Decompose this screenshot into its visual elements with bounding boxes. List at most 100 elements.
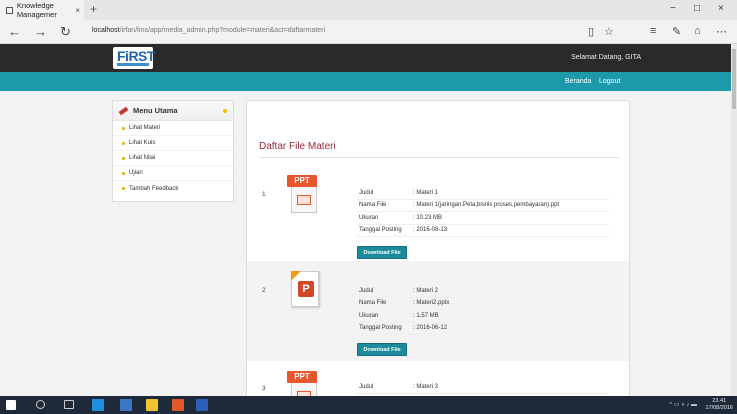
sidebar-item-label: Ujian [129,170,143,176]
maximize-button[interactable]: □ [694,3,700,14]
field-label: Judul [359,287,374,294]
bullet-icon [122,156,125,160]
file-details: Judul: Materi 2 Nama File: Materi2.pptx … [357,285,609,335]
word-icon[interactable] [196,399,208,411]
logo-stripe [117,63,149,66]
back-button[interactable]: ← [8,24,21,39]
sidebar-item-label: Lihat Materi [129,125,161,131]
tab-title: Knowledge Managemer [16,1,57,19]
bullet-icon [122,126,125,130]
favorite-star-icon[interactable]: ☆ [604,25,614,38]
file-name: : Materi 1(jaringan,Peta,bisnis proses,p… [413,202,560,209]
windows-taskbar: ^ ▭ ◖ ♪ ▬ 23.41 17/08/2016 [0,396,737,414]
tab-page-icon [6,6,13,14]
nav-beranda-link[interactable]: Beranda [565,78,591,85]
edge-icon[interactable] [92,399,104,411]
top-nav: Beranda Logout [0,72,737,91]
file-date: : 2016-08-13 [413,227,448,234]
url-path: /irfan/lms/app/media_admin.php?module=ma… [119,27,326,34]
field-label: Judul [359,383,374,390]
row-number: 2 [262,287,266,294]
sidebar-item-lihat-kuis[interactable]: Lihat Kuis [113,136,233,151]
sidebar-menu: Menu Utama Lihat Materi Lihat Kuis Lihat… [112,100,234,202]
pencil-icon [118,106,129,115]
sidebar-item-ujian[interactable]: Ujian [113,166,233,181]
app-icon[interactable] [172,399,184,411]
pptx-icon: P [289,269,323,309]
site-logo[interactable]: FiRST [113,47,155,69]
taskbar-clock[interactable]: 23.41 17/08/2016 [705,398,733,412]
more-icon[interactable]: ⋯ [716,25,727,38]
field-label: Tanggal Posting [359,227,402,234]
field-label: Ukuran [359,312,379,319]
web-note-icon[interactable]: ✎ [672,25,681,38]
file-name: : Materi2.pptx [413,300,450,307]
welcome-text: Selamat Datang, GITA [571,54,641,61]
ppt-badge: PPT [287,175,317,187]
browser-tab[interactable]: Knowledge Managemer × [0,0,84,20]
nav-logout-link[interactable]: Logout [599,78,620,85]
search-icon[interactable] [36,400,45,409]
refresh-button[interactable]: ↻ [60,24,71,40]
browser-tab-bar: Knowledge Managemer × + − □ × [0,0,737,20]
scrollbar-thumb[interactable] [732,49,736,109]
share-icon[interactable]: ⌂ [694,25,701,37]
ppt-icon: PPT [287,175,321,215]
windows-start-icon[interactable] [6,400,16,410]
site-header: FiRST Selamat Datang, GITA [0,44,737,72]
system-tray-icons[interactable]: ^ ▭ ◖ ♪ ▬ [669,401,697,408]
forward-button[interactable]: → [34,24,47,39]
field-label: Nama File [359,300,387,307]
download-file-button[interactable]: Download File [357,246,407,259]
file-judul: : Materi 2 [413,287,439,294]
task-view-icon[interactable] [64,400,74,409]
file-explorer-icon[interactable] [146,399,158,411]
ppt-badge: PPT [287,371,317,383]
field-label: Ukuran [359,214,379,221]
tab-close-button[interactable]: × [75,6,80,15]
file-date: : 2016-06-12 [413,325,448,332]
file-row: 2 P Judul : Materi 2 Nama File : Materi2.p… [247,261,629,361]
close-window-button[interactable]: × [718,3,724,14]
row-number: 3 [262,385,266,392]
title-divider [259,157,619,158]
file-size: : 1.57 MB [413,312,439,319]
new-tab-button[interactable]: + [90,2,97,16]
sidebar-item-tambah-feedback[interactable]: Tambah Feedback [113,181,233,196]
clock-time: 23.41 [712,398,727,404]
field-label: Nama File [359,202,387,209]
sidebar-item-lihat-nilai[interactable]: Lihat Nilai [113,151,233,166]
sidebar-title: Menu Utama [133,106,178,115]
store-icon[interactable] [120,399,132,411]
file-details: Judul : Materi 1 Nama File : Materi 1(jari… [357,187,609,237]
sidebar-item-label: Tambah Feedback [129,185,179,192]
reading-view-icon[interactable]: ▯ [588,25,594,38]
file-size: : 10.23 MB [413,214,443,221]
page-title: Daftar File Materi [259,141,336,152]
address-bar-row: ← → ↻ localhost/irfan/lms/app/media_admi… [0,20,737,44]
hub-icon[interactable]: ≡ [650,25,656,37]
minimize-button[interactable]: − [670,3,676,14]
file-row: 3 PPT Judul : Materi 3 [247,365,629,399]
sidebar-header: Menu Utama [113,101,233,121]
file-judul: : Materi 1 [413,189,439,196]
sidebar-item-lihat-materi[interactable]: Lihat Materi [113,121,233,136]
pptx-p-glyph: P [298,281,314,297]
field-label: Tanggal Posting [359,325,402,332]
download-file-button[interactable]: Download File [357,343,407,356]
sidebar-item-label: Lihat Kuis [129,140,156,146]
file-judul: : Materi 3 [413,383,439,390]
logo-text: FiRST [117,48,155,64]
file-row: 1 PPT Judul : Materi 1 Nama File : Materi … [247,167,629,259]
page-scrollbar[interactable] [731,44,737,396]
url-host: localhost [92,27,120,34]
bullet-icon [122,171,125,175]
clock-date: 17/08/2016 [705,405,733,411]
field-label: Judul [359,189,374,196]
row-number: 1 [262,191,266,198]
sidebar-item-label: Lihat Nilai [129,155,156,161]
url-field[interactable]: localhost/irfan/lms/app/media_admin.php?… [92,27,325,34]
bullet-icon [122,141,125,145]
main-panel: Daftar File Materi 1 PPT Judul : Materi 1… [246,100,630,400]
collapse-dot-icon[interactable] [223,108,227,113]
